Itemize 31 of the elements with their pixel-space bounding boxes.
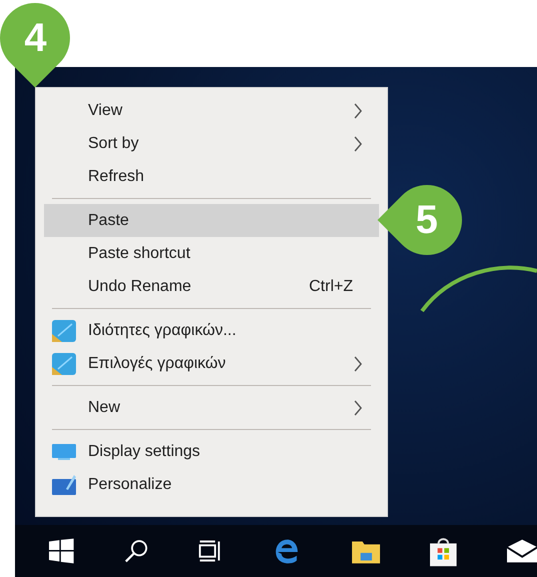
menu-item-label: Display settings	[88, 442, 202, 460]
windows-logo-icon[interactable]	[49, 538, 74, 564]
menu-item-label: Paste	[88, 212, 130, 230]
graphics-app-icon	[52, 352, 76, 374]
shortcut-text: Ctrl+Z	[309, 278, 353, 296]
menu-item-label: Επιλογές γραφικών	[88, 354, 227, 372]
menu-item[interactable]: Paste	[44, 204, 379, 237]
menu-item-label: Sort by	[88, 134, 140, 152]
menu-item-label: Personalize	[88, 476, 173, 494]
menu-item[interactable]: View	[44, 94, 379, 127]
menu-item-label: Undo Rename	[88, 278, 192, 296]
monitor-brush-icon	[52, 474, 76, 494]
menu-item[interactable]: Sort by	[44, 127, 379, 160]
menu-item-label: View	[88, 102, 124, 120]
menu-item[interactable]: Undo Rename Ctrl+Z	[44, 270, 379, 303]
menu-item-label: Ιδιότητες γραφικών...	[88, 322, 238, 340]
mail-icon[interactable]	[506, 539, 537, 563]
search-icon[interactable]	[124, 538, 148, 564]
store-bag-icon[interactable]	[430, 535, 457, 567]
menu-item-label: Refresh	[88, 168, 146, 186]
monitor-icon	[52, 444, 76, 460]
menu-item[interactable]: Personalize	[44, 468, 379, 501]
menu-item[interactable]: Επιλογές γραφικών	[44, 347, 379, 380]
menu-item[interactable]: Ιδιότητες γραφικών...	[44, 314, 379, 347]
menu-item[interactable]: Paste shortcut	[44, 237, 379, 270]
menu-item[interactable]: Display settings	[44, 435, 379, 468]
graphics-app-icon	[52, 320, 76, 342]
menu-item-label: Paste shortcut	[88, 244, 192, 262]
menu-item[interactable]: Refresh	[44, 160, 379, 193]
menu-item-label: New	[88, 398, 122, 416]
menu-item[interactable]: New	[44, 391, 379, 424]
